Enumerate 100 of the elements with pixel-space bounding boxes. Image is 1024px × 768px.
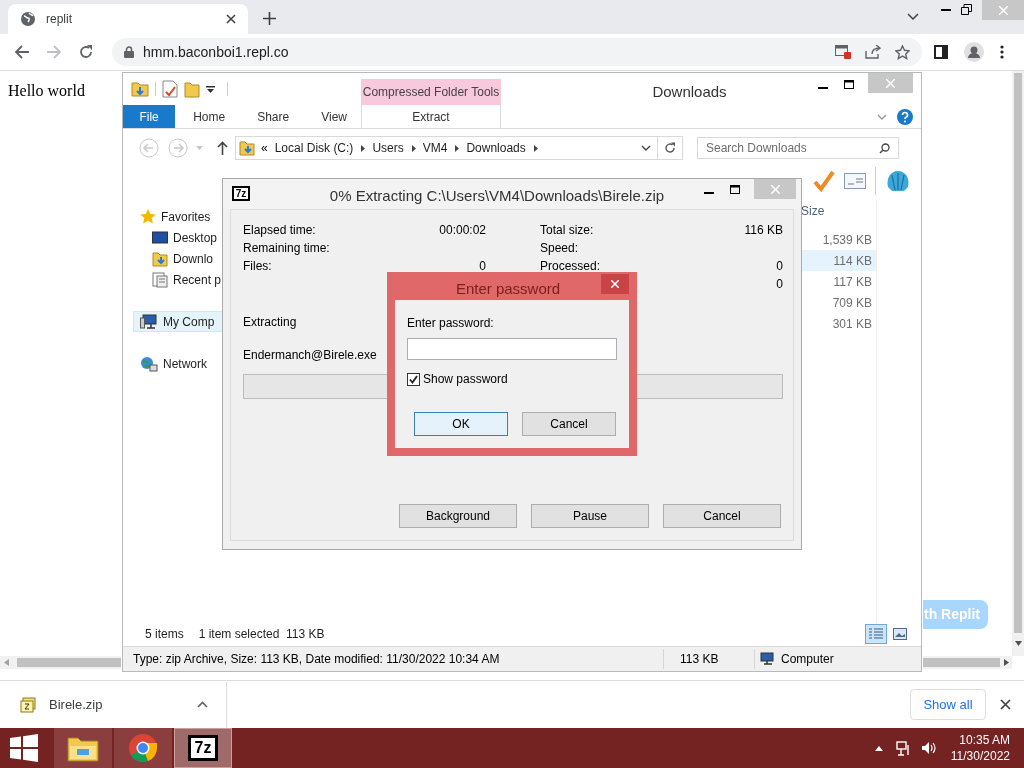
folder-icon[interactable] <box>131 80 149 98</box>
size-cell: 114 KB <box>801 250 876 271</box>
nav-row[interactable]: Recent p <box>133 269 223 290</box>
address-bar[interactable]: hmm.baconboi1.repl.co <box>112 38 922 66</box>
status-text: Extracting <box>243 314 297 331</box>
restore-icon[interactable] <box>961 4 972 15</box>
horizontal-scrollbar[interactable] <box>0 656 121 669</box>
close-icon[interactable] <box>1000 699 1011 710</box>
page-heading: Hello world <box>8 81 85 101</box>
properties-icon[interactable] <box>162 80 178 98</box>
maximize-icon[interactable] <box>844 80 854 89</box>
close-button[interactable] <box>601 274 629 294</box>
help-icon[interactable] <box>897 108 913 125</box>
size-cell-text: 301 KB <box>831 315 873 333</box>
nav-label[interactable]: Favorites <box>161 207 211 226</box>
chevron-icon[interactable] <box>411 144 416 152</box>
breadcrumb-item[interactable]: Users <box>372 139 404 157</box>
new-tab-icon[interactable] <box>263 12 276 25</box>
refresh-icon[interactable] <box>664 142 676 154</box>
desktop-icon <box>152 230 168 245</box>
address-field[interactable]: « Local Disk (C:) Users VM4 Downloads <box>235 136 683 160</box>
path-prefix[interactable]: « <box>261 139 268 157</box>
nav-row[interactable]: Network <box>133 353 223 374</box>
tab-search-icon[interactable] <box>907 13 919 21</box>
profile-icon[interactable] <box>964 42 984 62</box>
close-icon[interactable] <box>226 14 236 24</box>
horizontal-scrollbar[interactable] <box>923 656 1012 669</box>
nav-row[interactable]: Favorites <box>133 206 223 227</box>
nav-label[interactable]: Downlo <box>173 249 214 268</box>
star-icon[interactable] <box>895 44 910 60</box>
dialog-button[interactable]: Cancel <box>522 412 616 436</box>
ribbon-tab[interactable]: Extract <box>361 105 501 128</box>
zip-file-icon <box>20 696 36 713</box>
stat-label: Elapsed time: <box>243 222 317 239</box>
nav-label[interactable]: Network <box>163 354 207 373</box>
chevron-icon[interactable] <box>533 144 538 152</box>
nav-label[interactable]: My Comp <box>163 312 215 331</box>
up-icon[interactable] <box>217 141 228 155</box>
caret-icon[interactable] <box>197 701 208 708</box>
checkbox-label[interactable]: Show password <box>423 370 508 388</box>
clock-date[interactable]: 11/30/2022 <box>950 748 1010 764</box>
url-text: hmm.baconboi1.repl.co <box>143 42 290 62</box>
card-icon[interactable] <box>844 173 866 189</box>
size-cell-text: 709 KB <box>831 294 873 312</box>
taskbar-button[interactable] <box>114 728 172 768</box>
blocked-popup-icon[interactable] <box>835 45 851 59</box>
dialog-button[interactable]: Pause <box>531 504 649 528</box>
stat-label: Remaining time: <box>243 240 331 257</box>
size-cell-text: 117 KB <box>832 273 873 291</box>
taskbar-button[interactable] <box>54 728 112 768</box>
column-header[interactable]: Size <box>801 201 876 221</box>
chevron-icon[interactable] <box>455 144 460 152</box>
breadcrumb-item[interactable]: Local Disk (C:) <box>274 139 354 157</box>
nav-row[interactable]: Desktop <box>133 227 223 248</box>
nav-label[interactable]: Recent p <box>173 270 222 289</box>
password-field[interactable] <box>407 338 617 360</box>
side-panel-icon[interactable] <box>934 45 948 59</box>
clock-time[interactable]: 10:35 AM <box>959 732 1010 748</box>
network-icon[interactable] <box>895 740 912 756</box>
vertical-scrollbar[interactable] <box>1012 71 1024 656</box>
close-icon <box>886 78 895 88</box>
item-count: 5 items <box>145 626 184 643</box>
reload-icon[interactable] <box>78 44 94 60</box>
ribbon-tab[interactable]: Home <box>179 105 240 128</box>
expand-ribbon-icon[interactable] <box>877 113 887 120</box>
download-filename[interactable]: Birele.zip <box>49 694 189 715</box>
maximize-icon[interactable] <box>730 185 740 194</box>
checkbox[interactable] <box>407 372 420 386</box>
breadcrumb-item[interactable]: VM4 <box>422 139 448 157</box>
browser-tab[interactable]: replit <box>8 4 248 34</box>
ribbon-tab[interactable]: File <box>123 105 176 128</box>
dropdown-icon[interactable] <box>206 85 215 93</box>
ribbon-tab[interactable]: Share <box>243 105 304 128</box>
show-hidden-icons-icon[interactable] <box>874 745 883 751</box>
taskbar-button[interactable]: 7z <box>174 728 232 768</box>
volume-icon[interactable] <box>920 741 937 755</box>
shell-icon[interactable] <box>885 169 911 193</box>
nav-label[interactable]: Desktop <box>173 228 218 247</box>
show-all-button[interactable]: Show all <box>910 689 986 720</box>
chevron-icon[interactable] <box>361 144 366 152</box>
start-icon[interactable] <box>10 734 38 762</box>
file-details: Type: zip Archive, Size: 113 KB, Date modified: 11/30/2022 10:34 AM <box>132 651 501 668</box>
size-cell-text: 1,539 KB <box>821 231 873 249</box>
nav-row[interactable]: Downlo <box>133 248 223 269</box>
share-icon[interactable] <box>865 45 881 59</box>
search-field[interactable]: Search Downloads <box>697 137 899 159</box>
dialog-button[interactable]: Background <box>399 504 517 528</box>
dropdown-icon[interactable] <box>641 145 651 151</box>
nav-row[interactable]: My Comp <box>133 311 223 332</box>
ribbon-tab[interactable]: View <box>307 105 361 128</box>
dialog-button[interactable]: OK <box>414 412 508 436</box>
breadcrumb-item[interactable]: Downloads <box>466 139 526 157</box>
thumbnail-view-icon[interactable] <box>893 628 907 640</box>
dialog-button[interactable]: Cancel <box>663 504 781 528</box>
checkmark-icon[interactable] <box>813 170 835 192</box>
back-icon[interactable] <box>14 44 30 60</box>
scroll-down-icon[interactable] <box>1014 641 1022 646</box>
menu-icon[interactable] <box>1000 45 1004 59</box>
scroll-right-icon[interactable] <box>1004 659 1009 666</box>
file-size: 113 KB <box>679 651 720 668</box>
